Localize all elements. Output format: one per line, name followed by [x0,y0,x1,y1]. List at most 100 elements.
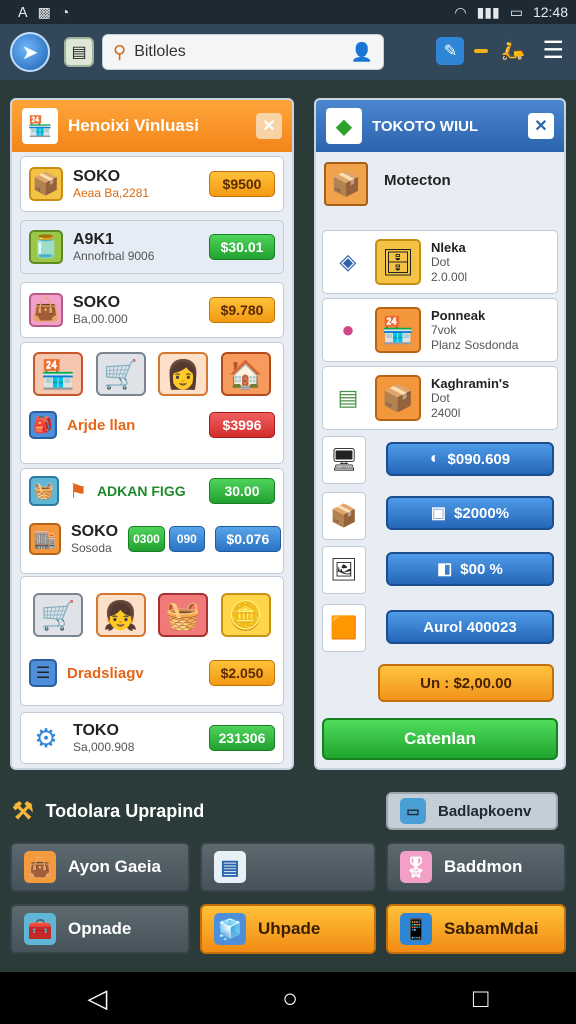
screen-icon: ▭ [400,798,426,824]
item-line: 2.0.00l [431,269,468,284]
store-panel-title: TOKOTO WIUL [372,117,479,135]
upgrades-title-text: Todolara Uprapind [45,800,205,821]
document-icon: ▤ [337,385,359,410]
item-line: 7vok [431,323,457,338]
item-title: SOKO [73,168,121,186]
buy-button-label: $2000% [454,504,510,522]
wifi-icon: ◠ [454,3,467,20]
inventory-panel-header: 🏪 Henoixi Vinluasi ✕ [12,100,292,152]
upgrade-button[interactable]: ▤ [200,842,376,892]
list-item[interactable]: ▤ 📦 Kaghramin's Dot 2400l [322,366,558,430]
status-bar: 𝖠 ▩ ◔ ◠ ▮▮▮ ▭ 12:48 [0,0,576,24]
home-icon[interactable]: ○ [282,983,298,1014]
profile-card-icon[interactable]: ▤ [64,37,94,67]
scene-label: Dradsliagv [67,664,144,682]
badge-icon: 🎖 [400,851,432,883]
device-icon: 📱 [400,913,432,945]
cube-icon: 🧊 [214,913,246,945]
qty-button[interactable]: 090 [168,526,205,552]
upgrade-top-label: Badlapkoenv [438,802,532,820]
price-button[interactable]: $2.050 [209,660,275,686]
qty-button[interactable]: 0300 [128,526,165,552]
upgrade-label: Baddmon [444,857,523,876]
shopping-bag-icon: 👜 [29,293,63,327]
buy-button[interactable]: ◐ $090.609 [386,442,554,476]
menu-icon[interactable]: ☰ [542,36,564,65]
delivery-icon[interactable]: 🛵 [498,37,526,65]
total-button[interactable]: Un : $2,00.00 [378,664,554,702]
upgrade-button[interactable]: 👜 Ayon Gaeia [10,842,190,892]
upgrades-title: ⚒ Todolara Uprapind [12,790,372,832]
buy-button[interactable]: ◧ $00 % [386,552,554,586]
buy-button[interactable]: Aurol 400023 [386,610,554,644]
item-subtitle: Sa,000.908 [73,740,135,755]
item-title: Kaghramin's [431,375,510,391]
item-subtitle: Aeaa Ba,2281 [73,186,150,201]
price-button[interactable]: 231306 [209,725,275,751]
system-nav-bar: ◁ ○ □ [0,972,576,1024]
list-item[interactable]: 👜 SOKO Ba,00.000 $9.780 [20,282,284,338]
store-panel: ◆ TOKOTO WIUL ✕ 📦 Motecton ◈ 🗄 Nleka Dot… [314,98,566,770]
back-icon[interactable]: ◁ [87,983,107,1014]
flag-icon: ⚑ [69,480,87,503]
battery-icon: ▭ [509,3,523,20]
close-icon[interactable]: ✕ [256,113,282,139]
shopkeeper-avatar: 👩 [158,352,209,396]
item-title: TOKO [73,722,119,740]
list-item[interactable]: ⚙ TOKO Sa,000.908 231306 [20,712,284,764]
item-title: A9K1 [73,231,114,249]
upgrade-button[interactable]: 🎖 Baddmon [386,842,566,892]
scene-label: Arjde llan [67,416,136,434]
upgrade-button[interactable]: 🧊 Uhpade [200,904,376,954]
user-icon[interactable]: 👤 [351,42,373,63]
checkout-button[interactable]: Catenlan [322,718,558,760]
upgrade-label: SabamMdai [444,919,539,938]
tools-icon[interactable]: ✎ [436,36,465,65]
inventory-panel-title: Henoixi Vinluasi [68,116,200,135]
list-icon: ▤ [214,851,246,883]
store-panel-header: ◆ TOKOTO WIUL ✕ [316,100,564,152]
item-title: Ponneak [431,307,486,323]
upgrade-label: Opnade [68,919,132,938]
upgrade-button[interactable]: 🧰 Opnade [10,904,190,954]
box-icon: ▣ [430,505,447,522]
price-button[interactable]: $9.780 [209,297,275,323]
toolbox-icon: 🧰 [24,913,56,945]
upgrade-button[interactable]: 📱 SabamMdai [386,904,566,954]
list-item[interactable]: ● 🏪 Ponneak 7vok Planz Sosdonda [322,298,558,362]
price-button[interactable]: 30.00 [209,478,275,504]
crate-icon: 📦 [375,375,421,421]
price-button[interactable]: $9500 [209,171,275,197]
minus-icon[interactable] [474,48,489,53]
recents-icon[interactable]: □ [473,983,489,1014]
app-icon: ▩ [37,3,51,20]
list-item[interactable]: ◈ 🗄 Nleka Dot 2.0.00l [322,230,558,294]
price-button[interactable]: $30.01 [209,234,275,260]
item-line: 2400l [431,405,461,420]
price-button[interactable]: $0.076 [214,526,281,552]
feature-row: 📦 Motecton [324,160,556,220]
cube-icon: ◧ [437,561,453,578]
price-button[interactable]: $3996 [209,412,275,438]
package-icon: 📦 [324,162,368,206]
item-line: Planz Sosdonda [431,337,519,352]
upgrade-label: Uhpade [258,919,321,938]
crate-icon: 🧺 [29,476,59,506]
search-input[interactable] [134,43,343,61]
item-title: SOKO [71,523,119,541]
app-logo-icon[interactable]: ➤ [10,32,50,72]
top-bar: ➤ ▤ ⚲ 👤 ✎ 🛵 ☰ [0,24,576,80]
clock-icon: ◔ [60,4,70,20]
basket-icon: 🧺 [158,593,209,637]
list-item[interactable]: 📦 SOKO Aeaa Ba,2281 $9500 [20,156,284,212]
signal-icon: ▮▮▮ [476,3,500,20]
item-line: Dot [431,255,450,270]
close-icon[interactable]: ✕ [528,113,554,139]
register-icon: 🖥 [322,436,366,484]
list-item[interactable]: 🫙 A9K1 Annofrbal 9006 $30.01 [20,220,284,274]
shelf-icon: 🗄 [375,239,421,285]
total-button-label: Un : $2,00.00 [420,674,512,692]
backpack-icon: 🎒 [29,411,57,439]
buy-button[interactable]: ▣ $2000% [386,496,554,530]
upgrade-top-button[interactable]: ▭ Badlapkoenv [386,792,558,830]
